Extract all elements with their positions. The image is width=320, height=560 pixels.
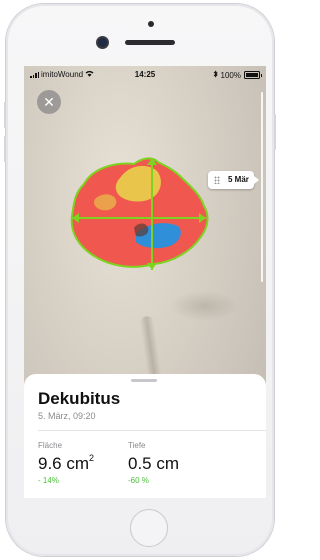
divider (38, 430, 266, 431)
area-label: Fläche (38, 441, 63, 450)
arrow-bottom (147, 263, 157, 270)
wound-details-card[interactable]: Dekubitus 5. März, 09:20 Fläche 9.6 cm2 … (24, 374, 266, 498)
app-screen: imitoWound 14:25 100% ✕ 5 Mär Dekubitus … (24, 66, 266, 498)
close-icon: ✕ (43, 94, 55, 110)
bluetooth-icon (213, 70, 218, 80)
front-camera (98, 38, 107, 47)
date-marker[interactable]: 5 Mär (208, 171, 259, 189)
battery-percent: 100% (220, 70, 241, 80)
volume-button (4, 136, 6, 162)
depth-value: 0.5 cm (128, 454, 180, 473)
volume-button (4, 102, 6, 128)
status-bar: imitoWound 14:25 100% (24, 66, 266, 84)
close-button[interactable]: ✕ (37, 90, 61, 114)
area-unit-exponent: 2 (89, 453, 95, 464)
grip-icon (214, 176, 220, 184)
area-value: 9.6 cm2 (38, 453, 95, 474)
home-button[interactable] (130, 509, 168, 547)
sensor-dot (148, 21, 154, 27)
date-marker-label: 5 Mär (228, 175, 249, 184)
status-right: 100% (213, 70, 262, 80)
wound-date: 5. März, 09:20 (38, 411, 96, 421)
wound-title: Dekubitus (38, 389, 121, 408)
area-change: - 14% (38, 476, 59, 485)
area-value-text: 9.6 cm (38, 454, 90, 473)
depth-label: Tiefe (128, 441, 146, 450)
card-grabber[interactable] (131, 379, 157, 382)
depth-change: -60 % (128, 476, 149, 485)
earpiece-speaker (125, 40, 175, 45)
timeline-scrollbar[interactable] (260, 92, 263, 282)
battery-icon (244, 71, 262, 79)
power-button (274, 114, 276, 150)
